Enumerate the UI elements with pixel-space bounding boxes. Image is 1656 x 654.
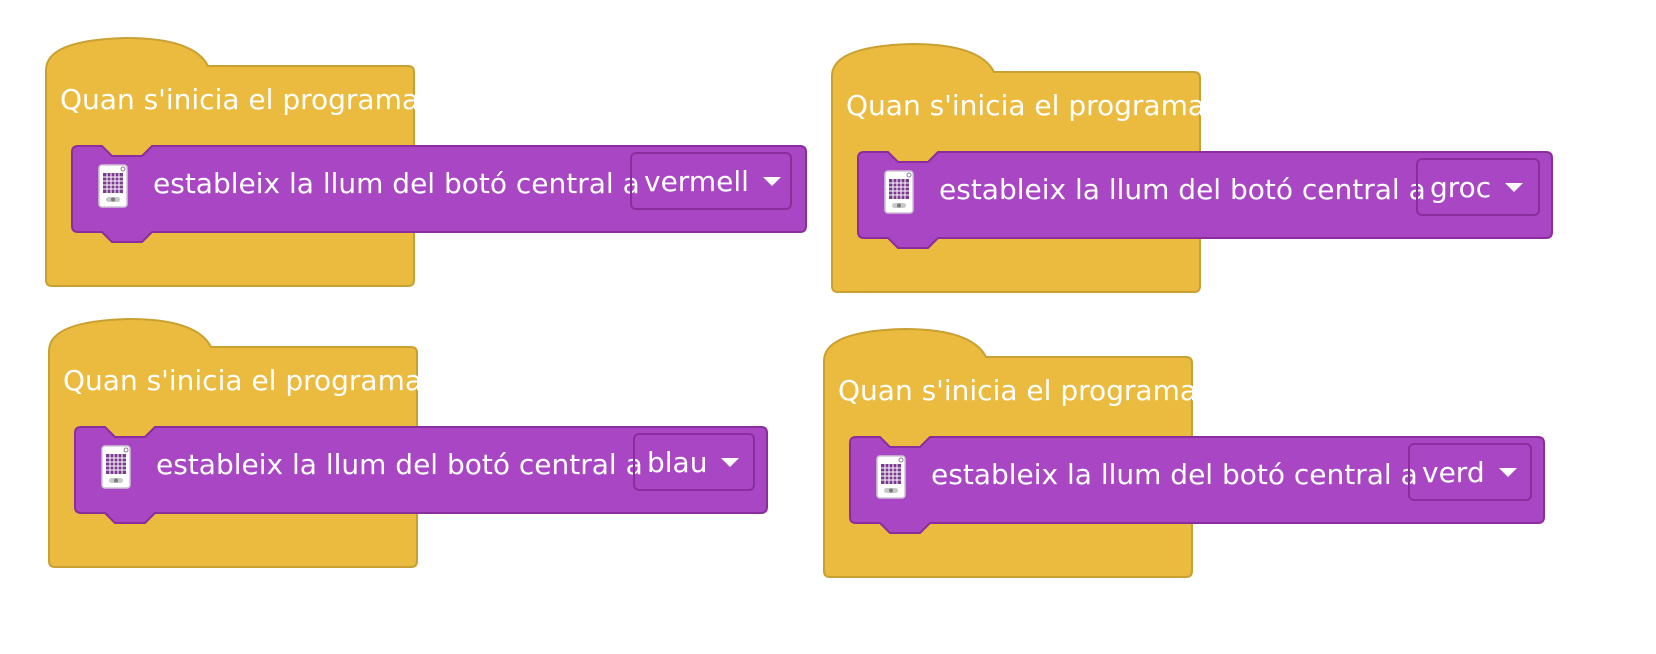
hub-icon xyxy=(876,455,906,499)
dropdown-value: verd xyxy=(1422,455,1485,489)
command-label: estableix la llum del botó central a xyxy=(939,173,1426,206)
event-stack-4[interactable]: Quan s'inicia el programa estableix la l… xyxy=(823,327,1594,589)
event-stack-3[interactable]: Quan s'inicia el programa estableix la l… xyxy=(48,317,819,579)
command-label: estableix la llum del botó central a xyxy=(153,167,640,200)
hub-icon xyxy=(884,170,914,214)
hub-icon xyxy=(101,445,131,489)
event-stack-1[interactable]: Quan s'inicia el programa estableix la l… xyxy=(45,36,816,298)
dropdown-value: vermell xyxy=(644,164,749,198)
event-stack-2[interactable]: Quan s'inicia el programa estableix la l… xyxy=(831,42,1602,304)
color-dropdown[interactable]: verd xyxy=(1408,443,1532,501)
chevron-down-icon xyxy=(1498,467,1517,477)
color-dropdown[interactable]: vermell xyxy=(630,152,792,210)
event-hat-label: Quan s'inicia el programa xyxy=(846,89,1205,122)
color-dropdown[interactable]: blau xyxy=(633,433,755,491)
block-canvas: Quan s'inicia el programa estableix la l… xyxy=(0,0,1656,654)
dropdown-value: blau xyxy=(647,445,708,479)
color-dropdown[interactable]: groc xyxy=(1416,158,1540,216)
command-label: estableix la llum del botó central a xyxy=(156,448,643,481)
chevron-down-icon xyxy=(762,176,781,186)
event-hat-label: Quan s'inicia el programa xyxy=(63,364,422,397)
chevron-down-icon xyxy=(721,457,740,467)
event-hat-label: Quan s'inicia el programa xyxy=(60,83,419,116)
command-label: estableix la llum del botó central a xyxy=(931,458,1418,491)
hub-icon xyxy=(98,164,128,208)
dropdown-value: groc xyxy=(1430,170,1492,204)
event-hat-label: Quan s'inicia el programa xyxy=(838,374,1197,407)
chevron-down-icon xyxy=(1505,182,1524,192)
